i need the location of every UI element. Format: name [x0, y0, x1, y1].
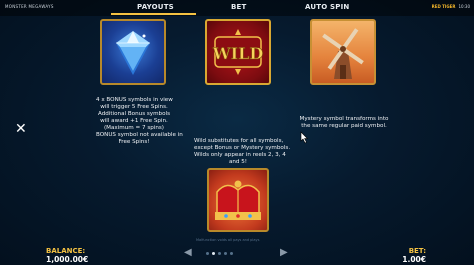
game-title: MONSTER MEGAWAYS [5, 4, 54, 9]
wild-description: Wild substitutes for all symbols, except… [194, 138, 291, 166]
bonus-desc-line: Free Spins! [118, 139, 150, 145]
wild-tile-text: WILD [212, 44, 264, 63]
bonus-desc-line: BONUS symbol not available in [96, 132, 183, 138]
tab-auto-spin[interactable]: AUTO SPIN [305, 3, 349, 11]
close-icon[interactable]: ✕ [15, 121, 27, 137]
next-page-button[interactable]: ▶ [280, 247, 288, 258]
wild-desc-line: except Bonus or Mystery symbols. [194, 145, 291, 151]
bet-value: 1.00€ [402, 255, 426, 264]
prev-page-button[interactable]: ◀ [184, 247, 192, 258]
mystery-symbol-tile [310, 19, 376, 85]
crown-symbol-tile [207, 168, 269, 232]
page-dot[interactable] [230, 252, 233, 255]
mystery-desc-line: the same regular paid symbol. [301, 123, 387, 129]
crown-icon [215, 180, 261, 220]
tab-bet[interactable]: BET [231, 3, 247, 11]
bonus-symbol-tile [100, 19, 166, 85]
balance-value: 1,000.00€ [46, 255, 89, 264]
bonus-description: 4 x BONUS symbols in view will trigger 5… [96, 97, 183, 146]
mystery-desc-line: Mystery symbol transforms into [299, 116, 389, 122]
bonus-desc-line: will award +1 Free Spin. [100, 118, 168, 124]
wild-symbol-tile: WILD [205, 19, 271, 85]
page-dot-active[interactable] [212, 252, 215, 255]
active-tab-indicator [111, 13, 196, 15]
mystery-description: Mystery symbol transforms into the same … [298, 116, 390, 130]
bet-label: BET: [408, 247, 426, 255]
page-dot[interactable] [224, 252, 227, 255]
page-dot[interactable] [206, 252, 209, 255]
balance-label: BALANCE: [46, 247, 86, 255]
brand-label: RED TIGER [431, 4, 456, 9]
page-dot[interactable] [218, 252, 221, 255]
bonus-desc-line: 4 x BONUS symbols in view [96, 97, 173, 103]
page-indicator [206, 252, 233, 255]
bonus-desc-line: will trigger 5 Free Spins. [100, 104, 168, 110]
wild-desc-line: Wild substitutes for all symbols, [194, 138, 284, 144]
bonus-desc-line: Additional Bonus symbols [97, 111, 171, 117]
tab-payouts[interactable]: PAYOUTS [137, 3, 174, 11]
diamond-icon [116, 31, 150, 75]
footer-note: Malfunction voids all pays and plays [196, 238, 260, 242]
top-right-info: RED TIGER 10:30 [432, 4, 470, 9]
mouse-pointer-icon [300, 131, 309, 144]
windmill-icon [322, 28, 364, 79]
clock-label: 10:30 [458, 4, 470, 9]
wild-icon: WILD [211, 29, 264, 75]
wild-desc-line: Wilds only appear in reels 2, 3, 4 [194, 152, 286, 158]
wild-desc-line: and 5! [228, 159, 248, 165]
bonus-desc-line: (Maximum = 7 spins) [104, 125, 164, 131]
